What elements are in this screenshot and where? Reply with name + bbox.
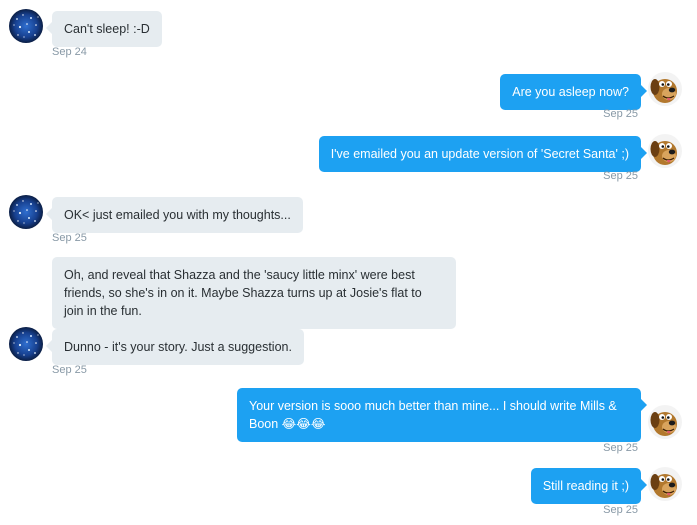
message-bubble-incoming[interactable]: Dunno - it's your story. Just a suggesti…	[46, 329, 304, 365]
message-bubble-outgoing[interactable]: Still reading it ;)	[530, 468, 648, 504]
message-bubble-incoming[interactable]: Can't sleep! :-D	[46, 11, 162, 47]
cartoon-dog-avatar-icon	[648, 405, 682, 439]
starfield-avatar-icon	[9, 327, 43, 361]
message-bubble-outgoing[interactable]: I've emailed you an update version of 'S…	[318, 136, 648, 172]
avatar[interactable]	[648, 467, 682, 501]
message-bubble-outgoing[interactable]: Your version is sooo much better than mi…	[237, 388, 647, 442]
avatar[interactable]	[648, 405, 682, 439]
avatar[interactable]	[9, 9, 43, 43]
avatar[interactable]	[9, 195, 43, 229]
message-timestamp: Sep 25	[603, 442, 638, 454]
message-timestamp: Sep 25	[603, 170, 638, 182]
message-bubble-outgoing[interactable]: Are you asleep now?	[500, 74, 647, 110]
message-bubble-incoming[interactable]: Oh, and reveal that Shazza and the 'sauc…	[52, 257, 456, 329]
message-timestamp: Sep 25	[52, 364, 87, 376]
message-timestamp: Sep 24	[52, 46, 87, 58]
cartoon-dog-avatar-icon	[648, 72, 682, 106]
message-bubble-incoming[interactable]: OK< just emailed you with my thoughts...	[46, 197, 303, 233]
starfield-avatar-icon	[9, 9, 43, 43]
cartoon-dog-avatar-icon	[648, 134, 682, 168]
avatar[interactable]	[648, 134, 682, 168]
starfield-avatar-icon	[9, 195, 43, 229]
message-timestamp: Sep 25	[603, 504, 638, 516]
avatar[interactable]	[648, 72, 682, 106]
message-timestamp: Sep 25	[603, 108, 638, 120]
cartoon-dog-avatar-icon	[648, 467, 682, 501]
message-timestamp: Sep 25	[52, 232, 87, 244]
avatar[interactable]	[9, 327, 43, 361]
